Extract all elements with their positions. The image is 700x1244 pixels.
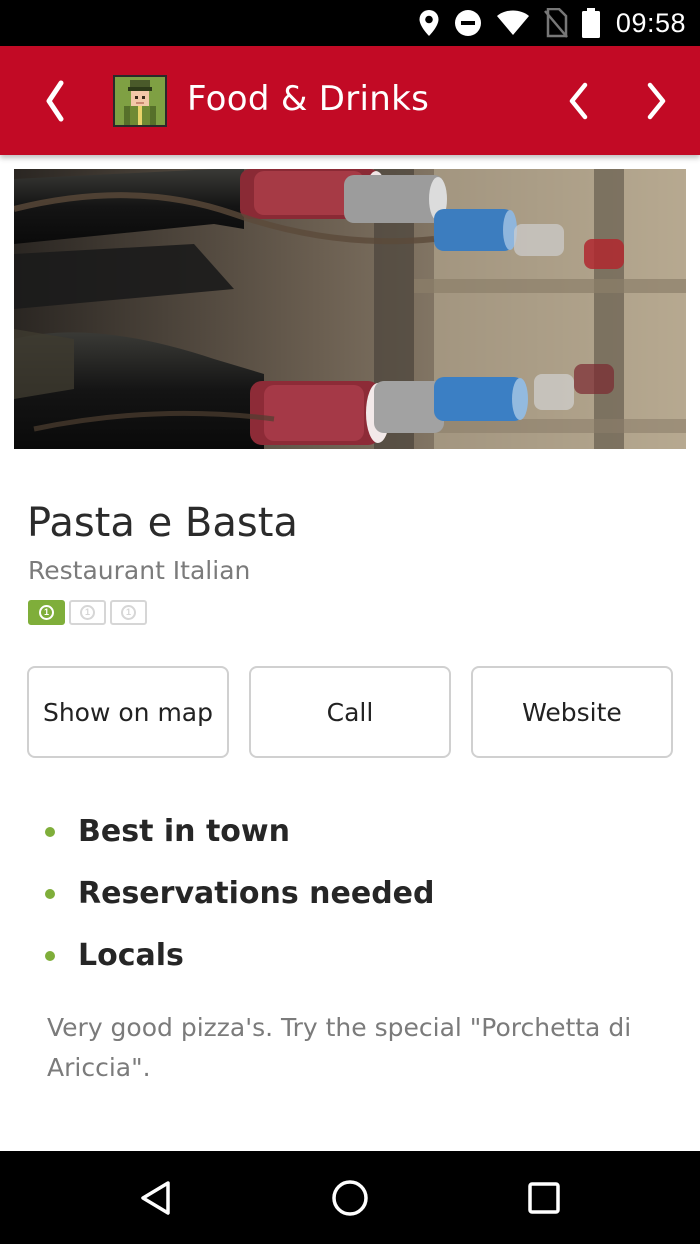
bullet-icon <box>45 827 55 837</box>
price-bill-icon: 1 <box>28 600 65 625</box>
previous-button[interactable] <box>555 74 601 128</box>
status-icons: 09:58 <box>418 0 686 46</box>
bullet-icon <box>45 951 55 961</box>
next-button[interactable] <box>634 74 680 128</box>
call-button[interactable]: Call <box>249 666 451 758</box>
feature-label: Reservations needed <box>78 875 435 911</box>
feature-label: Locals <box>78 937 184 973</box>
website-button[interactable]: Website <box>471 666 673 758</box>
nav-back-button[interactable] <box>134 1177 176 1219</box>
place-category: Restaurant Italian <box>28 556 251 585</box>
list-item: Locals <box>45 924 434 986</box>
feature-list: Best in town Reservations needed Locals <box>45 800 434 986</box>
app-bar: Food & Drinks <box>0 46 700 155</box>
battery-icon <box>581 8 600 38</box>
place-photo <box>14 169 686 449</box>
back-arrow-icon <box>46 80 64 122</box>
no-sim-icon <box>543 8 568 38</box>
status-time: 09:58 <box>615 7 686 38</box>
list-item: Best in town <box>45 800 434 862</box>
triangle-back-icon <box>141 1181 170 1215</box>
price-bill-icon: 1 <box>69 600 106 625</box>
place-name: Pasta e Basta <box>27 500 298 546</box>
back-button[interactable] <box>30 74 80 128</box>
do-not-disturb-icon <box>454 9 482 37</box>
chevron-right-icon <box>647 82 666 120</box>
circle-home-icon <box>332 1180 368 1216</box>
list-item: Reservations needed <box>45 862 434 924</box>
nav-home-button[interactable] <box>329 1177 371 1219</box>
nav-recents-button[interactable] <box>523 1177 565 1219</box>
concierge-logo <box>113 75 167 127</box>
status-bar: 09:58 <box>0 0 700 46</box>
show-on-map-button[interactable]: Show on map <box>27 666 229 758</box>
wifi-icon <box>496 10 530 36</box>
square-recents-icon <box>528 1182 560 1214</box>
app-title: Food & Drinks <box>187 79 430 119</box>
price-bill-icon: 1 <box>110 600 147 625</box>
place-description: Very good pizza's. Try the special "Porc… <box>47 1013 632 1082</box>
system-nav-bar <box>0 1151 700 1244</box>
chevron-left-icon <box>569 82 588 120</box>
location-icon <box>418 9 440 37</box>
feature-label: Best in town <box>78 813 290 849</box>
bullet-icon <box>45 889 55 899</box>
price-level: 1 1 1 <box>28 600 147 625</box>
